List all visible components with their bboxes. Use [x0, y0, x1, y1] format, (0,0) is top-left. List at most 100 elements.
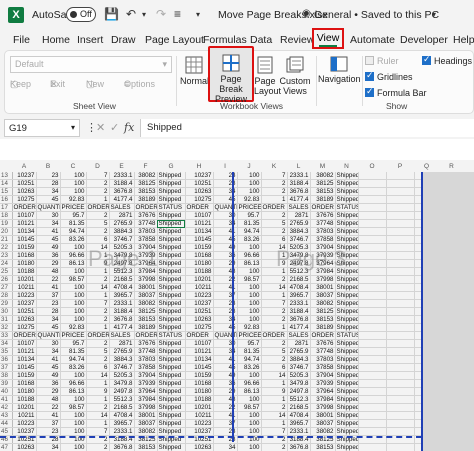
grid-cell[interactable]: Shipped — [335, 427, 359, 436]
grid-cell[interactable]: Shipped — [335, 235, 359, 244]
grid-cell[interactable]: 10275 — [12, 195, 37, 204]
column-header[interactable]: E — [109, 163, 134, 170]
grid-cell[interactable]: Shipped — [157, 339, 186, 348]
save-icon[interactable]: 💾 — [104, 7, 119, 21]
grid-cell[interactable]: 37858 — [134, 363, 158, 372]
redo-icon[interactable]: ↷ — [156, 7, 166, 21]
grid-cell[interactable]: 14 — [261, 283, 288, 292]
horizontal-page-break[interactable] — [0, 436, 422, 438]
grid-cell[interactable]: 1 — [261, 323, 288, 332]
grid-cell[interactable]: 3884.3 — [287, 355, 311, 364]
grid-cell[interactable]: ORDER — [261, 203, 288, 212]
grid-cell[interactable]: 10263 — [12, 315, 37, 324]
grid-cell[interactable]: 6 — [261, 363, 288, 372]
grid-cell[interactable]: ORDER — [310, 331, 336, 340]
grid-cell[interactable]: 10188 — [185, 395, 214, 404]
grid-cell[interactable]: Shipped — [335, 251, 359, 260]
grid-cell[interactable]: 2765.9 — [109, 347, 135, 356]
grid-cell[interactable]: Shipped — [335, 172, 359, 180]
grid-cell[interactable] — [358, 203, 387, 212]
grid-cell[interactable]: 10159 — [12, 371, 37, 380]
grid-cell[interactable]: 14 — [86, 243, 110, 252]
grid-cell[interactable] — [386, 363, 415, 372]
grid-cell[interactable]: 34 — [36, 187, 61, 196]
grid-cell[interactable]: PRICEE — [237, 331, 262, 340]
grid-cell[interactable]: Shipped — [335, 443, 359, 451]
grid-cell[interactable] — [386, 331, 415, 340]
grid-cell[interactable]: Shipped — [157, 195, 186, 204]
grid-cell[interactable]: 100 — [60, 371, 87, 380]
row-header[interactable]: 26 — [0, 275, 13, 284]
grid-cell[interactable]: SALES — [287, 331, 311, 340]
column-header[interactable]: P — [386, 163, 414, 170]
grid-cell[interactable]: 2 — [261, 355, 288, 364]
print-area-right-border[interactable] — [421, 172, 423, 451]
grid-cell[interactable]: Shipped — [157, 275, 186, 284]
row-header[interactable]: 29 — [0, 299, 13, 308]
grid-cell[interactable]: 38082 — [134, 427, 158, 436]
grid-cell[interactable]: 38153 — [134, 187, 158, 196]
grid-cell[interactable]: 37 — [36, 291, 61, 300]
grid-cell[interactable] — [358, 195, 387, 204]
grid-cell[interactable]: 6 — [86, 363, 110, 372]
grid-cell[interactable]: 10237 — [185, 299, 214, 308]
grid-cell[interactable]: 10251 — [185, 307, 214, 316]
grid-cell[interactable]: 41 — [36, 411, 61, 420]
grid-cell[interactable]: 95.7 — [60, 339, 87, 348]
autosave-toggle[interactable]: Off — [66, 7, 96, 22]
grid-cell[interactable]: 3884.3 — [109, 227, 135, 236]
grid-cell[interactable]: Shipped — [157, 179, 186, 188]
grid-cell[interactable]: 9 — [261, 387, 288, 396]
grid-cell[interactable]: 45 — [36, 195, 61, 204]
grid-cell[interactable]: 7 — [86, 427, 110, 436]
grid-cell[interactable]: 2333.1 — [109, 427, 135, 436]
column-header[interactable]: I — [213, 163, 237, 170]
grid-cell[interactable]: SALES — [109, 331, 135, 340]
page-break-preview-button[interactable]: Page Break Preview — [210, 54, 252, 104]
grid-cell[interactable]: 38153 — [310, 443, 336, 451]
grid-cell[interactable]: 45 — [36, 235, 61, 244]
grid-cell[interactable]: 37998 — [134, 275, 158, 284]
grid-cell[interactable] — [358, 331, 387, 340]
row-header[interactable]: 37 — [0, 363, 13, 372]
grid-cell[interactable]: 96.66 — [60, 379, 87, 388]
grid-cell[interactable]: 100 — [60, 283, 87, 292]
grid-cell[interactable]: 10263 — [12, 443, 37, 451]
grid-cell[interactable]: 29 — [36, 259, 61, 268]
grid-cell[interactable]: Shipped — [335, 315, 359, 324]
grid-cell[interactable]: 2 — [261, 211, 288, 220]
grid-cell[interactable]: 2 — [86, 187, 110, 196]
grid-cell[interactable]: 37998 — [310, 403, 336, 412]
grid-cell[interactable]: 3676.8 — [287, 187, 311, 196]
grid-cell[interactable]: 1 — [261, 419, 288, 428]
grid-cell[interactable]: 2765.9 — [109, 219, 135, 228]
grid-cell[interactable]: 100 — [237, 243, 262, 252]
grid-cell[interactable]: Shipped — [157, 403, 186, 412]
grid-cell[interactable]: 5 — [261, 347, 288, 356]
grid-cell[interactable]: 45 — [36, 323, 61, 332]
grid-cell[interactable]: Shipped — [157, 379, 186, 388]
column-header[interactable]: N — [335, 163, 358, 170]
grid-cell[interactable]: 1 — [86, 291, 110, 300]
grid-cell[interactable]: 14 — [86, 411, 110, 420]
grid-cell[interactable]: 30 — [36, 211, 61, 220]
grid-cell[interactable]: Shipped — [157, 267, 186, 276]
grid-cell[interactable]: 1 — [261, 395, 288, 404]
grid-cell[interactable]: 10275 — [185, 195, 214, 204]
grid-cell[interactable] — [358, 355, 387, 364]
grid-cell[interactable] — [386, 419, 415, 428]
grid-cell[interactable]: 10180 — [185, 259, 214, 268]
grid-cell[interactable]: 1 — [261, 267, 288, 276]
grid-cell[interactable]: SALES — [109, 203, 135, 212]
grid-cell[interactable]: 7 — [261, 172, 288, 180]
grid-cell[interactable]: 10251 — [12, 307, 37, 316]
grid-cell[interactable]: 10159 — [185, 371, 214, 380]
grid-cell[interactable]: 37858 — [310, 235, 336, 244]
grid-cell[interactable]: 10145 — [12, 363, 37, 372]
grid-cell[interactable] — [358, 427, 387, 436]
grid-cell[interactable]: 37964 — [310, 259, 336, 268]
tab-formulas[interactable]: Formulas — [203, 34, 247, 46]
grid-cell[interactable]: 22 — [36, 275, 61, 284]
grid-cell[interactable]: 37984 — [134, 267, 158, 276]
grid-cell[interactable]: 1 — [86, 395, 110, 404]
